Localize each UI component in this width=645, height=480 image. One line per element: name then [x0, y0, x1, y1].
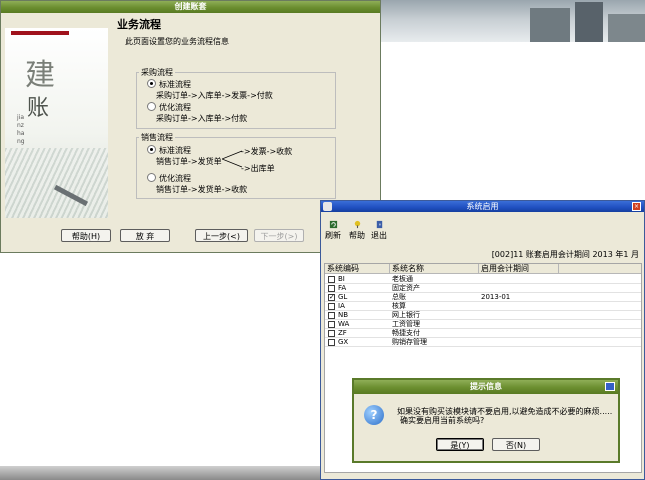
sales-branch-bottom: ->出库单	[241, 164, 275, 173]
table-row[interactable]: GX 购销存管理	[325, 338, 641, 347]
next-button[interactable]: 下一步(>)	[254, 229, 304, 242]
system-name-cell: 畅捷支付	[392, 329, 420, 337]
refresh-label: 刷新	[325, 231, 341, 240]
sales-standard-desc: 销售订单->发货单	[156, 157, 222, 166]
radio-selected-icon	[147, 145, 156, 154]
close-icon[interactable]: ×	[632, 202, 641, 211]
sales-optimized-desc: 销售订单->发货单->收款	[156, 185, 248, 194]
exit-button[interactable]: 退出	[369, 220, 389, 241]
side-char-jian: 建	[25, 58, 55, 93]
help-tool-button[interactable]: 帮助	[347, 220, 367, 241]
system-code-cell: FA	[338, 284, 347, 292]
no-button[interactable]: 否(N)	[492, 438, 540, 451]
system-code-cell: GX	[338, 338, 349, 346]
page-description: 此页面设置您的业务流程信息	[125, 37, 229, 46]
period-info: [002]11 账套启用会计期间 2013 年1 月	[491, 250, 639, 259]
enable-checkbox[interactable]	[328, 276, 335, 283]
purchase-flow-legend: 采购流程	[141, 68, 173, 77]
app-logo-icon	[323, 202, 332, 211]
column-header-period[interactable]: 启用会计期间	[479, 264, 559, 274]
dialog-message-line2: 确实要启用当前系统吗?	[400, 416, 485, 425]
system-name-cell: 核算	[392, 302, 406, 310]
system-name-cell: 工资管理	[392, 320, 420, 328]
system-code-cell: IA	[338, 302, 345, 310]
system-code-cell: WA	[338, 320, 350, 328]
enable-checkbox[interactable]: ✓	[328, 294, 335, 301]
background-building-image	[380, 0, 645, 42]
purchase-optimized-label: 优化流程	[159, 103, 191, 112]
abandon-button[interactable]: 放 弃	[120, 229, 170, 242]
enable-checkbox[interactable]	[328, 321, 335, 328]
system-code-cell: GL	[338, 293, 348, 301]
sales-optimized-radio[interactable]: 优化流程	[147, 173, 191, 184]
column-header-blank	[559, 264, 641, 274]
enable-checkbox[interactable]	[328, 330, 335, 337]
side-wave-decoration	[5, 148, 108, 218]
table-row[interactable]: ZF 畅捷支付	[325, 329, 641, 338]
system-name-cell: 网上银行	[392, 311, 420, 319]
help-icon	[354, 220, 360, 229]
enable-checkbox[interactable]	[328, 312, 335, 319]
wizard-title: 创建账套	[1, 1, 380, 13]
prompt-dialog: 提示信息 ? 如果没有购买该模块请不要启用,以避免造成不必要的麻烦..... 确…	[352, 378, 620, 463]
help-button[interactable]: 帮助(H)	[61, 229, 111, 242]
purchase-optimized-radio[interactable]: 优化流程	[147, 102, 191, 113]
enable-checkbox[interactable]	[328, 303, 335, 310]
sales-standard-radio[interactable]: 标准流程	[147, 145, 191, 156]
wizard-side-image: 建 账 jianzhang	[5, 28, 108, 218]
purchase-standard-label: 标准流程	[159, 80, 191, 89]
dialog-message-line1: 如果没有购买该模块请不要启用,以避免造成不必要的麻烦.....	[397, 407, 613, 416]
system-window-title: 系统启用	[321, 201, 644, 212]
enable-checkbox[interactable]	[328, 285, 335, 292]
dialog-title: 提示信息	[354, 380, 618, 394]
sales-branch-top: ->发票->收款	[241, 147, 293, 156]
red-bar-decoration	[11, 31, 69, 35]
sales-optimized-label: 优化流程	[159, 174, 191, 183]
radio-empty-icon	[147, 102, 156, 111]
background-floor-image	[0, 466, 320, 480]
table-row[interactable]: ✓ GL 总账 2013-01	[325, 293, 641, 302]
system-name-cell: 总账	[392, 293, 406, 301]
table-row[interactable]: NB 网上银行	[325, 311, 641, 320]
refresh-icon	[329, 220, 337, 229]
table-row[interactable]: IA 核算	[325, 302, 641, 311]
system-name-cell: 购销存管理	[392, 338, 427, 346]
radio-empty-icon	[147, 173, 156, 182]
question-icon: ?	[364, 405, 384, 425]
radio-selected-icon	[147, 79, 156, 88]
dialog-close-icon[interactable]	[605, 382, 615, 391]
enable-period-cell: 2013-01	[481, 293, 511, 301]
exit-door-icon	[376, 220, 382, 229]
table-row[interactable]: WA 工资管理	[325, 320, 641, 329]
sales-standard-label: 标准流程	[159, 146, 191, 155]
system-code-cell: BI	[338, 275, 345, 283]
dialog-message: 如果没有购买该模块请不要启用,以避免造成不必要的麻烦..... 确实要启用当前系…	[397, 407, 619, 425]
system-code-cell: ZF	[338, 329, 347, 337]
system-name-cell: 固定资产	[392, 284, 420, 292]
refresh-button[interactable]: 刷新	[323, 220, 343, 241]
column-header-code[interactable]: 系统编码	[325, 264, 390, 274]
system-code-cell: NB	[338, 311, 349, 319]
table-row[interactable]: BI 老板通	[325, 275, 641, 284]
sales-flow-legend: 销售流程	[141, 133, 173, 142]
prev-button[interactable]: 上一步(<)	[195, 229, 248, 242]
purchase-standard-radio[interactable]: 标准流程	[147, 79, 191, 90]
purchase-optimized-desc: 采购订单->入库单->付款	[156, 114, 248, 123]
system-name-cell: 老板通	[392, 275, 413, 283]
enable-checkbox[interactable]	[328, 339, 335, 346]
side-char-zhang: 账	[27, 96, 50, 121]
side-vertical-text: jianzhang	[17, 114, 25, 145]
table-row[interactable]: FA 固定资产	[325, 284, 641, 293]
column-header-name[interactable]: 系统名称	[390, 264, 479, 274]
help-tool-label: 帮助	[349, 231, 365, 240]
yes-button[interactable]: 是(Y)	[436, 438, 484, 451]
exit-label: 退出	[371, 231, 387, 240]
purchase-standard-desc: 采购订单->入库单->发票->付款	[156, 91, 273, 100]
page-title: 业务流程	[117, 18, 161, 31]
